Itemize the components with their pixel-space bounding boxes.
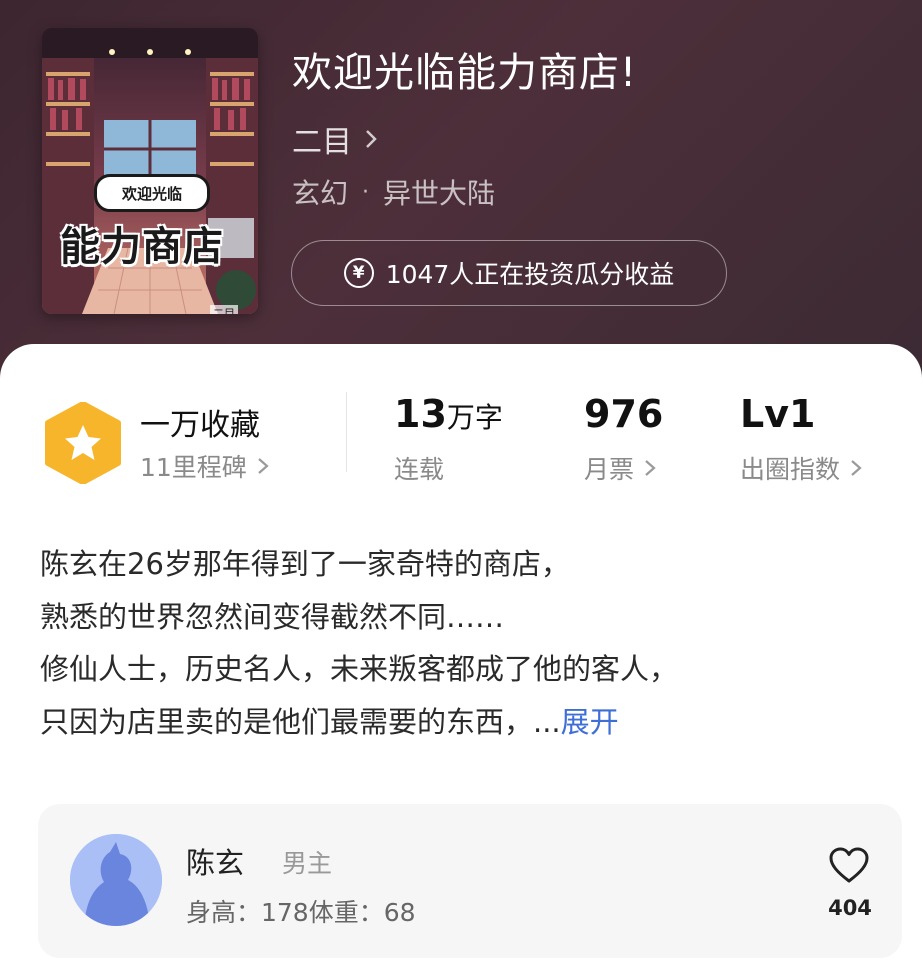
- word-count: 13万字: [394, 392, 503, 436]
- genre-tags[interactable]: 玄幻 · 异世大陆: [292, 172, 495, 212]
- book-title: 欢迎光临能力商店!: [292, 50, 638, 96]
- description-line: 修仙人士，历史名人，未来叛客都成了他的客人，: [40, 652, 679, 686]
- popularity-index-link[interactable]: 出圈指数: [740, 450, 862, 486]
- subgenre-label: 异世大陆: [383, 177, 496, 210]
- author-name: 二目: [292, 125, 352, 160]
- genre-separator: ·: [362, 179, 370, 205]
- popularity-index-label: 出圈指数: [740, 455, 841, 484]
- cover-author-text: 二目: [210, 305, 238, 314]
- like-count: 404: [828, 896, 872, 920]
- heart-icon[interactable]: [828, 846, 870, 884]
- chevron-right-icon: [366, 130, 377, 148]
- stats-divider: [346, 392, 347, 472]
- serial-status: 连载: [394, 450, 444, 486]
- chevron-right-icon: [258, 458, 269, 474]
- description-line-last: 只因为店里卖的是他们最需要的东西，...展开: [40, 696, 890, 749]
- cover-bubble-text: 欢迎光临: [94, 174, 210, 212]
- word-count-value: 13: [394, 392, 447, 436]
- chevron-right-icon: [645, 460, 656, 476]
- serial-status-label: 连载: [394, 455, 445, 484]
- character-silhouette-icon: [70, 834, 162, 926]
- character-role: 男主: [282, 849, 333, 878]
- popularity-level-value: Lv1: [740, 392, 816, 436]
- character-card[interactable]: [38, 804, 902, 958]
- chevron-right-icon: [851, 460, 862, 476]
- monthly-ticket-label: 月票: [584, 455, 635, 484]
- description-line: 陈玄在26岁那年得到了一家奇特的商店，: [40, 547, 570, 581]
- description-line: 只因为店里卖的是他们最需要的东西，...: [40, 704, 561, 739]
- description-line: 熟悉的世界忽然间变得截然不同……: [40, 599, 505, 634]
- cover-title-text: 能力商店: [60, 224, 224, 270]
- book-cover[interactable]: 欢迎光临 能力商店 二目: [42, 28, 258, 314]
- milestone-label: 11里程碑: [140, 453, 247, 482]
- invest-text: 1047人正在投资瓜分收益: [385, 260, 675, 289]
- invest-button[interactable]: ¥ 1047人正在投资瓜分收益: [291, 240, 727, 306]
- character-avatar[interactable]: [70, 834, 162, 926]
- author-link[interactable]: 二目: [292, 117, 378, 161]
- expand-link[interactable]: 展开: [561, 705, 619, 739]
- genre-label: 玄幻: [292, 177, 349, 210]
- character-name: 陈玄: [186, 846, 245, 880]
- book-description: 陈玄在26岁那年得到了一家奇特的商店， 熟悉的世界忽然间变得截然不同…… 修仙人…: [40, 538, 890, 748]
- monthly-ticket-value: 976: [584, 392, 664, 436]
- monthly-ticket-link[interactable]: 月票: [584, 450, 656, 486]
- collection-title: 一万收藏: [140, 408, 260, 443]
- character-stats: 身高：178体重：68: [186, 898, 416, 927]
- star-badge-icon: [45, 402, 121, 484]
- yen-coin-icon: ¥: [343, 258, 374, 288]
- word-count-unit: 万字: [446, 401, 503, 434]
- milestone-link[interactable]: 11里程碑: [140, 448, 269, 484]
